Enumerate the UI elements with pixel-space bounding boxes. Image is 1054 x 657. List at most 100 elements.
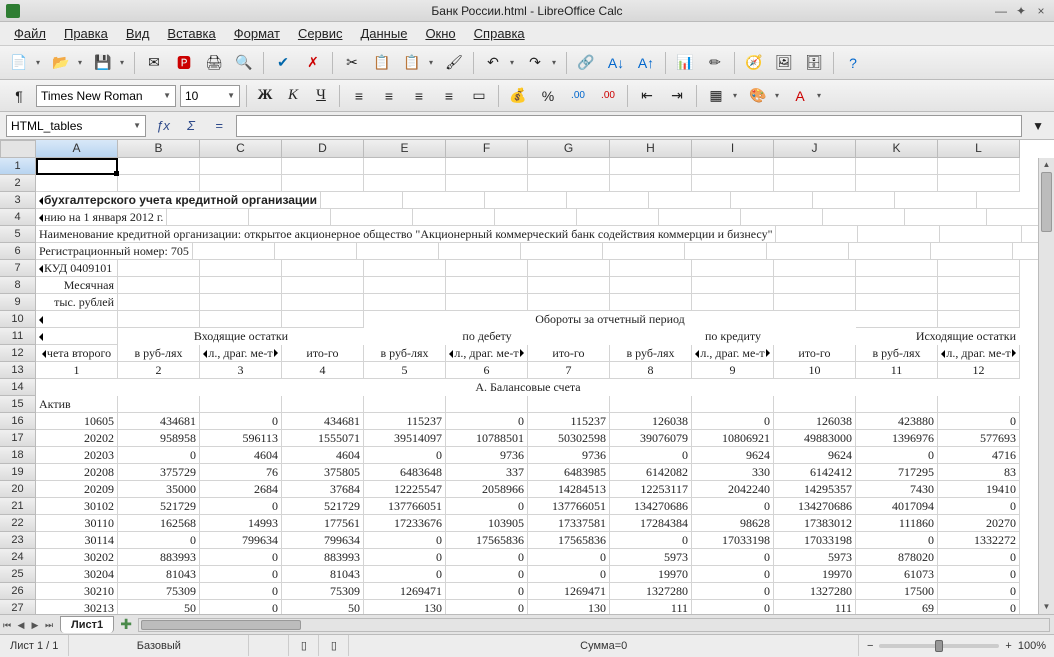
cell[interactable] bbox=[692, 158, 774, 175]
cell[interactable] bbox=[938, 158, 1020, 175]
cell[interactable] bbox=[774, 294, 856, 311]
row-header-15[interactable]: 15 bbox=[0, 396, 36, 413]
new-dropdown[interactable]: ▾ bbox=[36, 58, 44, 67]
italic-button[interactable]: К bbox=[281, 85, 305, 107]
menu-window[interactable]: Окно bbox=[417, 24, 463, 43]
sort-asc-icon[interactable]: A↓ bbox=[603, 50, 629, 76]
cell[interactable] bbox=[774, 158, 856, 175]
cell[interactable] bbox=[813, 192, 895, 209]
preview-icon[interactable]: 🔍 bbox=[231, 50, 257, 76]
row-header-7[interactable]: 7 bbox=[0, 260, 36, 277]
row-header-8[interactable]: 8 bbox=[0, 277, 36, 294]
cell[interactable] bbox=[856, 294, 938, 311]
cell[interactable] bbox=[528, 158, 610, 175]
cell-grid[interactable]: бухгалтерского учета кредитной организац… bbox=[36, 158, 1038, 614]
cell[interactable]: 20203 bbox=[36, 447, 118, 464]
cell[interactable]: 0 bbox=[364, 566, 446, 583]
cell[interactable]: 75309 bbox=[282, 583, 364, 600]
bold-button[interactable]: Ж bbox=[253, 85, 277, 107]
cell[interactable]: 2 bbox=[118, 362, 200, 379]
cell[interactable] bbox=[446, 294, 528, 311]
cell[interactable]: 35000 bbox=[118, 481, 200, 498]
cell[interactable] bbox=[282, 175, 364, 192]
cell[interactable]: 9736 bbox=[446, 447, 528, 464]
cell[interactable]: Регистрационный номер: 705 bbox=[36, 243, 193, 260]
save-icon[interactable]: 💾 bbox=[90, 50, 116, 76]
cell[interactable]: 577693 bbox=[938, 430, 1020, 447]
open-dropdown[interactable]: ▾ bbox=[78, 58, 86, 67]
cell[interactable]: 17500 bbox=[856, 583, 938, 600]
dropdown-icon[interactable]: ▼ bbox=[129, 121, 141, 130]
cell[interactable]: 30102 bbox=[36, 498, 118, 515]
cell[interactable]: 7 bbox=[528, 362, 610, 379]
cell[interactable]: 10 bbox=[774, 362, 856, 379]
sum-icon[interactable]: Σ bbox=[180, 115, 202, 137]
cell[interactable]: 0 bbox=[610, 532, 692, 549]
cell[interactable] bbox=[741, 209, 823, 226]
cell[interactable] bbox=[364, 158, 446, 175]
row-header-13[interactable]: 13 bbox=[0, 362, 36, 379]
cell[interactable]: 61073 bbox=[856, 566, 938, 583]
cell[interactable] bbox=[36, 328, 118, 345]
cell[interactable]: 0 bbox=[528, 566, 610, 583]
cell[interactable]: л., драг. ме-т bbox=[692, 345, 774, 362]
cell[interactable]: 14295357 bbox=[774, 481, 856, 498]
row-header-5[interactable]: 5 bbox=[0, 226, 36, 243]
name-box-input[interactable] bbox=[11, 119, 129, 133]
cell[interactable]: л., драг. ме-т bbox=[446, 345, 528, 362]
col-header-I[interactable]: I bbox=[692, 140, 774, 158]
row-header-9[interactable]: 9 bbox=[0, 294, 36, 311]
cell[interactable]: 0 bbox=[364, 532, 446, 549]
cell[interactable]: 83 bbox=[938, 464, 1020, 481]
cell[interactable]: 11 bbox=[856, 362, 938, 379]
cell[interactable]: 103905 bbox=[446, 515, 528, 532]
cell[interactable] bbox=[685, 243, 767, 260]
cell[interactable] bbox=[1022, 226, 1038, 243]
cell[interactable] bbox=[446, 277, 528, 294]
cell[interactable] bbox=[567, 192, 649, 209]
cell[interactable]: 0 bbox=[692, 413, 774, 430]
cell[interactable]: 19410 bbox=[938, 481, 1020, 498]
cell[interactable]: 0 bbox=[446, 498, 528, 515]
cell[interactable]: 12253117 bbox=[610, 481, 692, 498]
merge-icon[interactable]: ▭ bbox=[466, 83, 492, 109]
col-header-E[interactable]: E bbox=[364, 140, 446, 158]
menu-format[interactable]: Формат bbox=[226, 24, 288, 43]
align-right-icon[interactable]: ≡ bbox=[406, 83, 432, 109]
cell[interactable] bbox=[118, 158, 200, 175]
cell[interactable]: 4 bbox=[282, 362, 364, 379]
formula-input[interactable] bbox=[236, 115, 1022, 137]
cell[interactable]: 20208 bbox=[36, 464, 118, 481]
cut-icon[interactable]: ✂ bbox=[339, 50, 365, 76]
dropdown-icon[interactable]: ▼ bbox=[159, 91, 171, 100]
cell[interactable]: 883993 bbox=[118, 549, 200, 566]
cell[interactable] bbox=[446, 396, 528, 413]
status-sum[interactable]: Сумма=0 bbox=[349, 635, 859, 656]
cell[interactable] bbox=[895, 192, 977, 209]
chart-icon[interactable]: 📊 bbox=[672, 50, 698, 76]
scroll-thumb[interactable] bbox=[1041, 172, 1052, 232]
borders-icon[interactable]: ▦ bbox=[703, 83, 729, 109]
cell[interactable]: 1332272 bbox=[938, 532, 1020, 549]
cell[interactable] bbox=[36, 158, 118, 175]
cell[interactable] bbox=[940, 226, 1022, 243]
cell[interactable]: 521729 bbox=[118, 498, 200, 515]
cell[interactable]: 12 bbox=[938, 362, 1020, 379]
maximize-button[interactable]: ✦ bbox=[1014, 4, 1028, 18]
row-header-23[interactable]: 23 bbox=[0, 532, 36, 549]
cell[interactable] bbox=[659, 209, 741, 226]
cell[interactable]: 799634 bbox=[200, 532, 282, 549]
row-header-16[interactable]: 16 bbox=[0, 413, 36, 430]
cell[interactable]: чета второго bbox=[36, 345, 118, 362]
cell[interactable] bbox=[692, 396, 774, 413]
cell[interactable] bbox=[649, 192, 731, 209]
cell[interactable]: л., драг. ме-т bbox=[938, 345, 1020, 362]
cell[interactable]: 1269471 bbox=[528, 583, 610, 600]
col-header-H[interactable]: H bbox=[610, 140, 692, 158]
navigator-icon[interactable]: 🧭 bbox=[741, 50, 767, 76]
col-header-B[interactable]: B bbox=[118, 140, 200, 158]
cell[interactable]: 0 bbox=[856, 532, 938, 549]
col-header-K[interactable]: K bbox=[856, 140, 938, 158]
status-sig[interactable]: ▯ bbox=[319, 635, 349, 656]
cell[interactable]: 1327280 bbox=[610, 583, 692, 600]
